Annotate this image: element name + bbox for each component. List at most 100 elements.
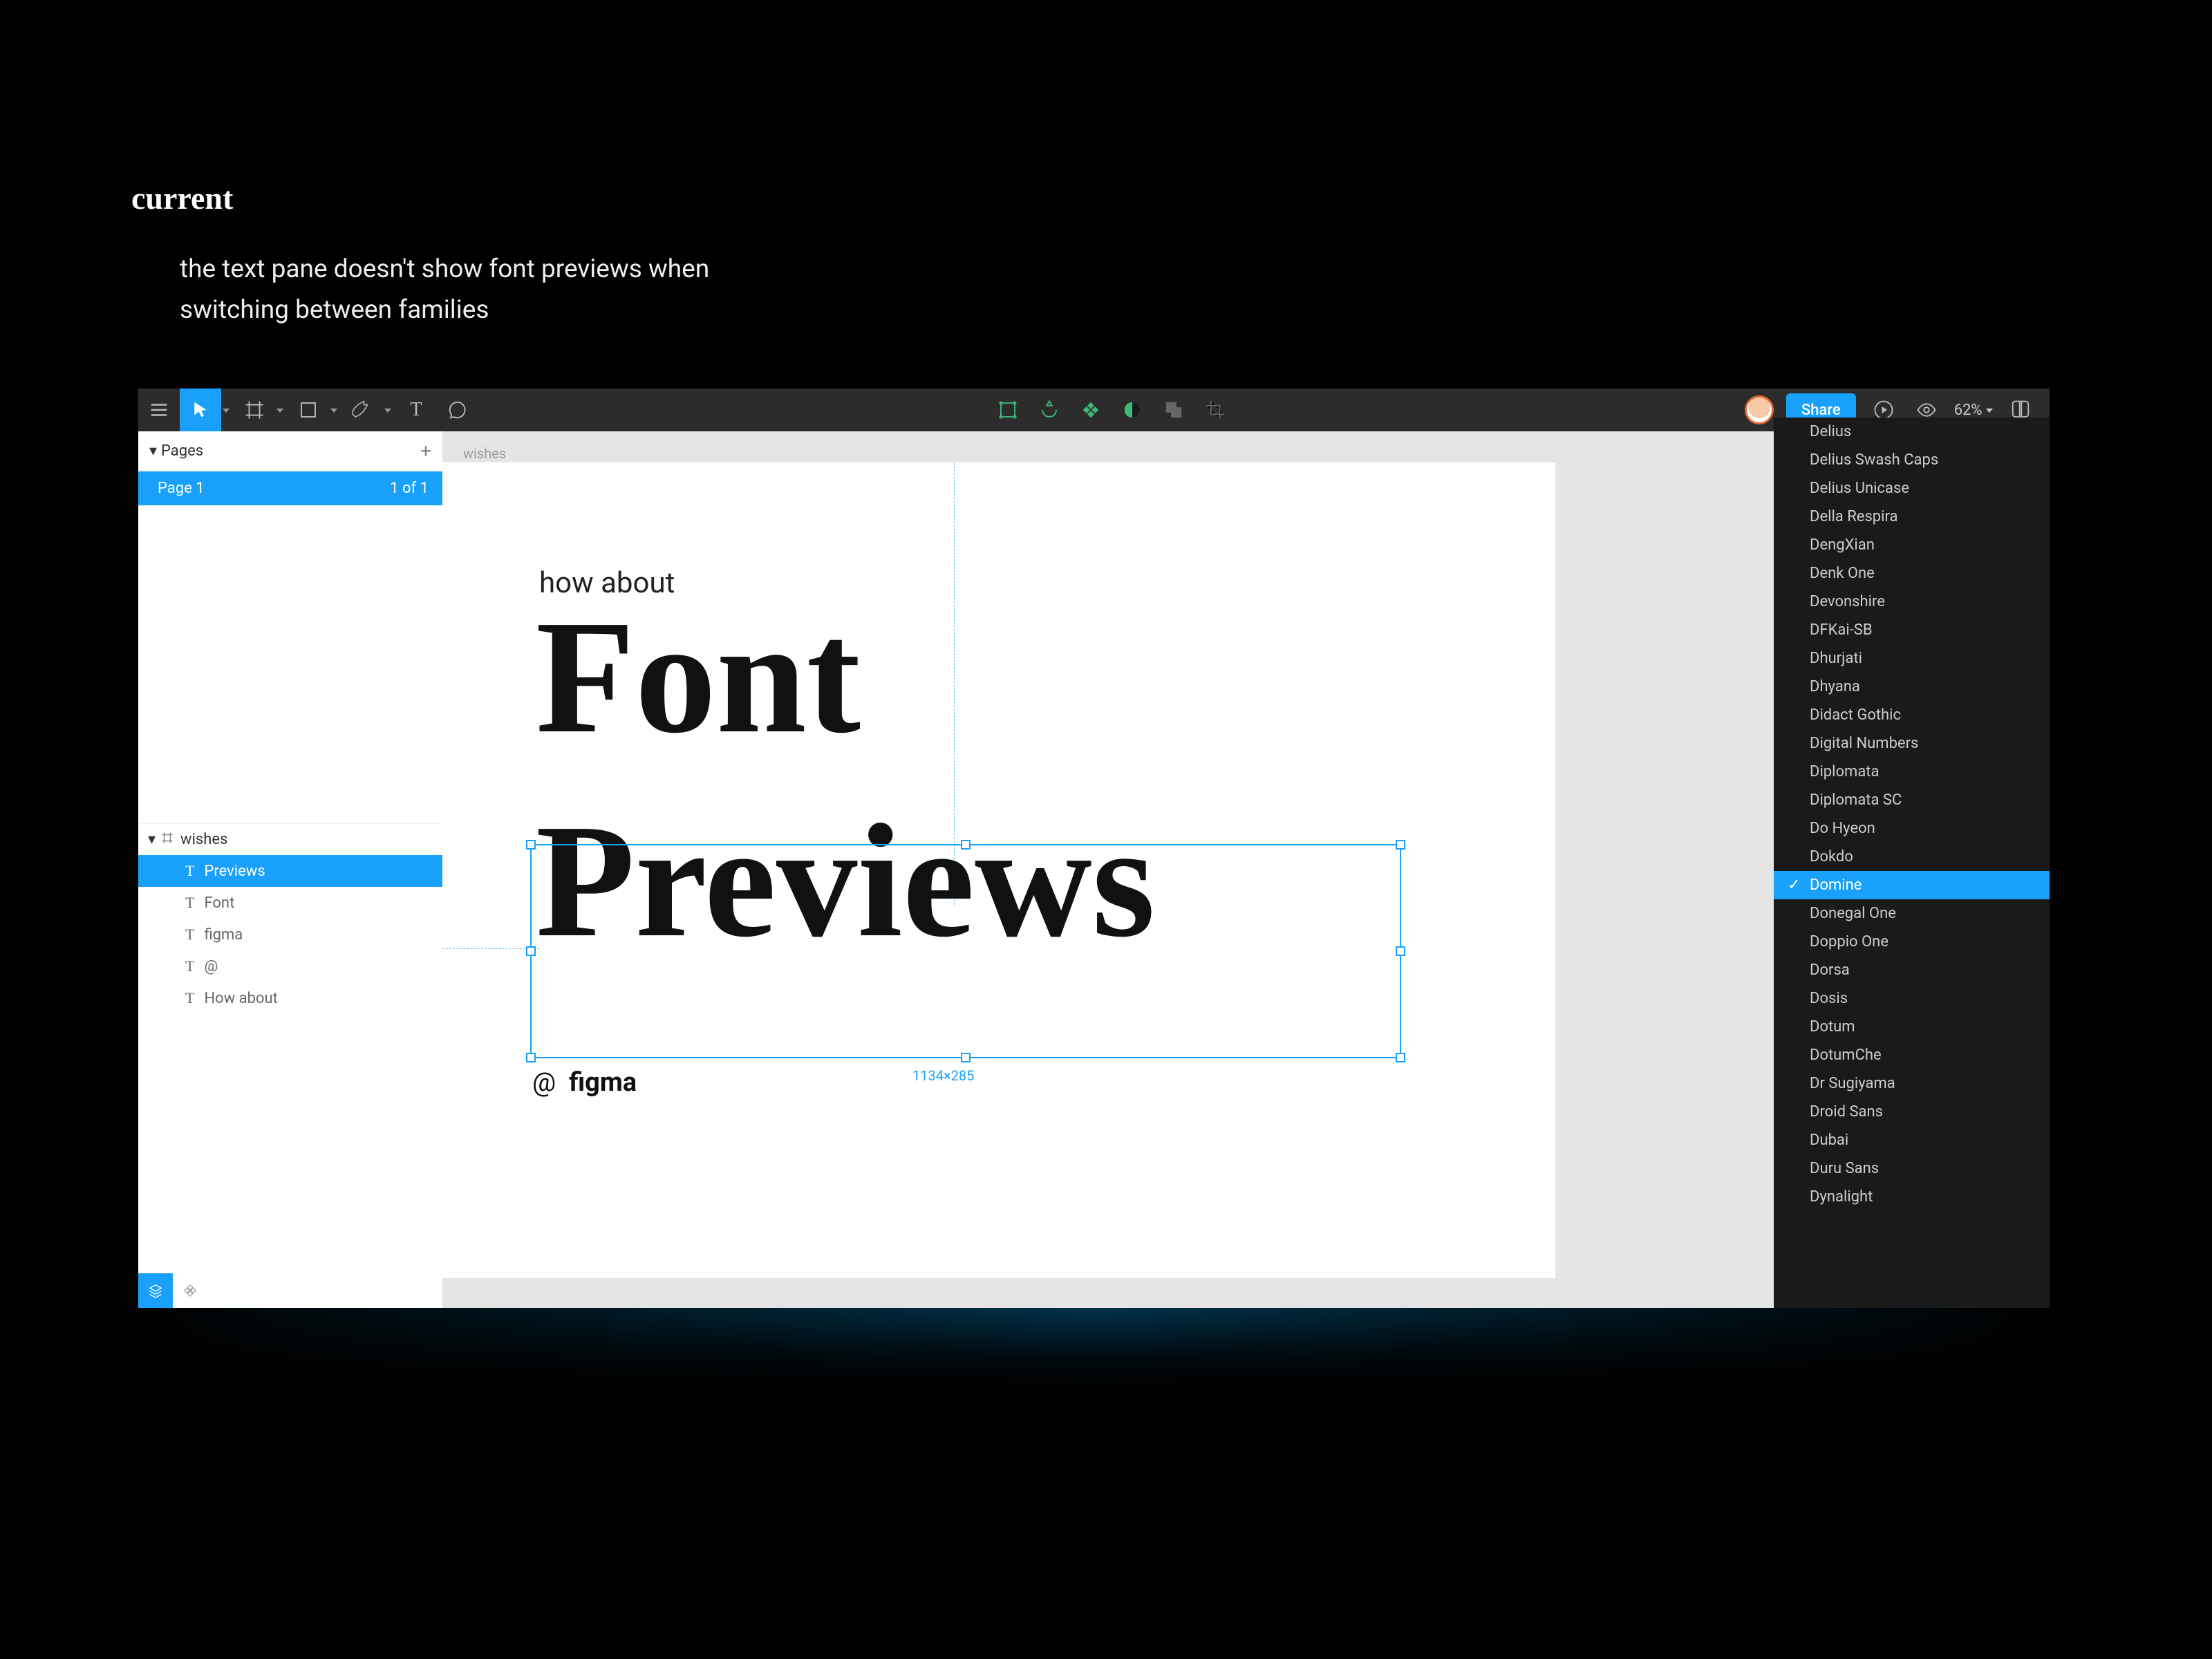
chevron-down-icon: [1986, 402, 1993, 419]
union-icon: [1163, 400, 1184, 420]
resize-handle-tr[interactable]: [1396, 840, 1405, 850]
text-at-figma[interactable]: @ figma: [532, 1067, 637, 1098]
resize-handle-tl[interactable]: [526, 840, 536, 850]
layers-tab[interactable]: [138, 1273, 173, 1308]
menu-button[interactable]: [138, 388, 180, 431]
boolean-button[interactable]: [1163, 400, 1184, 420]
add-page-button[interactable]: +: [420, 440, 431, 462]
font-option[interactable]: Dorsa: [1774, 956, 2050, 984]
font-option[interactable]: Digital Numbers: [1774, 729, 2050, 758]
layer-item-font[interactable]: T Font: [138, 887, 442, 919]
chevron-down-icon: ▾: [148, 831, 156, 848]
crop-button[interactable]: [1205, 400, 1226, 420]
layer-label: Font: [204, 894, 234, 912]
text-tool[interactable]: T: [395, 388, 437, 431]
layer-item-previews[interactable]: T Previews: [138, 855, 442, 887]
frame-tool-dropdown[interactable]: [275, 402, 285, 419]
font-option[interactable]: DFKai-SB: [1774, 616, 2050, 644]
text-icon: T: [185, 989, 194, 1007]
zoom-level[interactable]: 62%: [1954, 402, 1993, 419]
layer-item-figma[interactable]: T figma: [138, 919, 442, 950]
layer-item-howabout[interactable]: T How about: [138, 982, 442, 1014]
reset-instance-button[interactable]: [1039, 400, 1060, 420]
components-tab[interactable]: [173, 1273, 207, 1308]
resize-handle-mr[interactable]: [1396, 946, 1405, 956]
chevron-down-icon: [223, 402, 229, 419]
font-option[interactable]: Doppio One: [1774, 928, 2050, 956]
canvas[interactable]: wishes how about Font Previews 1134×2: [442, 431, 2050, 1308]
font-option[interactable]: Delius Unicase: [1774, 474, 2050, 503]
font-option[interactable]: Duru Sans: [1774, 1154, 2050, 1183]
font-option[interactable]: Diplomata SC: [1774, 786, 2050, 814]
resize-handle-bl[interactable]: [526, 1053, 536, 1062]
hamburger-icon: [149, 400, 169, 420]
font-option[interactable]: Devonshire: [1774, 588, 2050, 616]
canvas-frame-label[interactable]: wishes: [463, 445, 506, 462]
font-option[interactable]: Donegal One: [1774, 899, 2050, 928]
shape-tool-dropdown[interactable]: [329, 402, 339, 419]
pen-tool[interactable]: [341, 388, 383, 431]
shape-tool[interactable]: [288, 388, 329, 431]
alignment-guide-horizontal: [442, 948, 539, 949]
mask-button[interactable]: [1122, 400, 1143, 420]
font-option[interactable]: Droid Sans: [1774, 1098, 2050, 1126]
layer-item-at[interactable]: T @: [138, 950, 442, 982]
frame-tool[interactable]: [234, 388, 275, 431]
chevron-down-icon: [330, 402, 337, 419]
font-option[interactable]: DotumChe: [1774, 1041, 2050, 1069]
text-font[interactable]: Font: [536, 583, 861, 770]
font-option[interactable]: DengXian: [1774, 531, 2050, 559]
font-option[interactable]: Dosis: [1774, 984, 2050, 1013]
font-option[interactable]: Delius Swash Caps: [1774, 446, 2050, 474]
edit-object-icon: [997, 400, 1018, 420]
font-option[interactable]: Dokdo: [1774, 843, 2050, 871]
font-option[interactable]: Dubai: [1774, 1126, 2050, 1154]
resize-handle-ml[interactable]: [526, 946, 536, 956]
mask-icon: [1122, 400, 1143, 420]
layer-label: @: [204, 958, 218, 975]
text-icon: T: [185, 894, 194, 912]
font-option[interactable]: Della Respira: [1774, 503, 2050, 531]
pen-icon: [352, 400, 373, 420]
text-icon: T: [185, 926, 194, 944]
selection-box[interactable]: [530, 844, 1401, 1058]
font-option[interactable]: Diplomata: [1774, 758, 2050, 786]
figma-app-window: T Share 62%: [138, 388, 2050, 1308]
font-option[interactable]: Denk One: [1774, 559, 2050, 588]
text-icon: T: [185, 862, 194, 880]
resize-handle-br[interactable]: [1396, 1053, 1405, 1062]
page-item[interactable]: Page 1 1 of 1: [138, 471, 442, 505]
slide-title: current: [131, 180, 233, 216]
frame-name: wishes: [180, 831, 227, 848]
artboard[interactable]: how about Font Previews 1134×285 @ figma: [442, 462, 1555, 1278]
move-tool[interactable]: [180, 388, 221, 431]
comment-icon: [447, 400, 468, 420]
font-option[interactable]: Domine: [1774, 871, 2050, 899]
layers-icon: [148, 1283, 163, 1298]
text-icon: T: [185, 957, 194, 975]
toolbar-center: [478, 400, 1745, 420]
font-option[interactable]: Dynalight: [1774, 1183, 2050, 1211]
font-option[interactable]: Dhurjati: [1774, 644, 2050, 673]
frame-icon: [161, 831, 174, 848]
font-family-dropdown[interactable]: DeliusDelius Swash CapsDelius UnicaseDel…: [1774, 418, 2050, 1308]
font-option[interactable]: Dr Sugiyama: [1774, 1069, 2050, 1098]
font-option[interactable]: Didact Gothic: [1774, 701, 2050, 729]
create-component-button[interactable]: [1080, 400, 1101, 420]
user-avatar[interactable]: [1745, 395, 1774, 424]
move-tool-dropdown[interactable]: [221, 402, 231, 419]
font-option[interactable]: Do Hyeon: [1774, 814, 2050, 843]
layers-frame-header[interactable]: ▾ wishes: [138, 823, 442, 855]
edit-object-button[interactable]: [997, 400, 1018, 420]
layer-label: Previews: [204, 863, 265, 880]
pages-header[interactable]: ▾Pages +: [138, 431, 442, 471]
pages-label: Pages: [161, 442, 203, 460]
font-option[interactable]: Dotum: [1774, 1013, 2050, 1041]
resize-handle-bm[interactable]: [961, 1053, 971, 1062]
font-option[interactable]: Dhyana: [1774, 673, 2050, 701]
pen-tool-dropdown[interactable]: [383, 402, 393, 419]
resize-handle-tm[interactable]: [961, 840, 971, 850]
font-option[interactable]: Delius: [1774, 418, 2050, 446]
rectangle-icon: [298, 400, 319, 420]
comment-tool[interactable]: [437, 388, 478, 431]
